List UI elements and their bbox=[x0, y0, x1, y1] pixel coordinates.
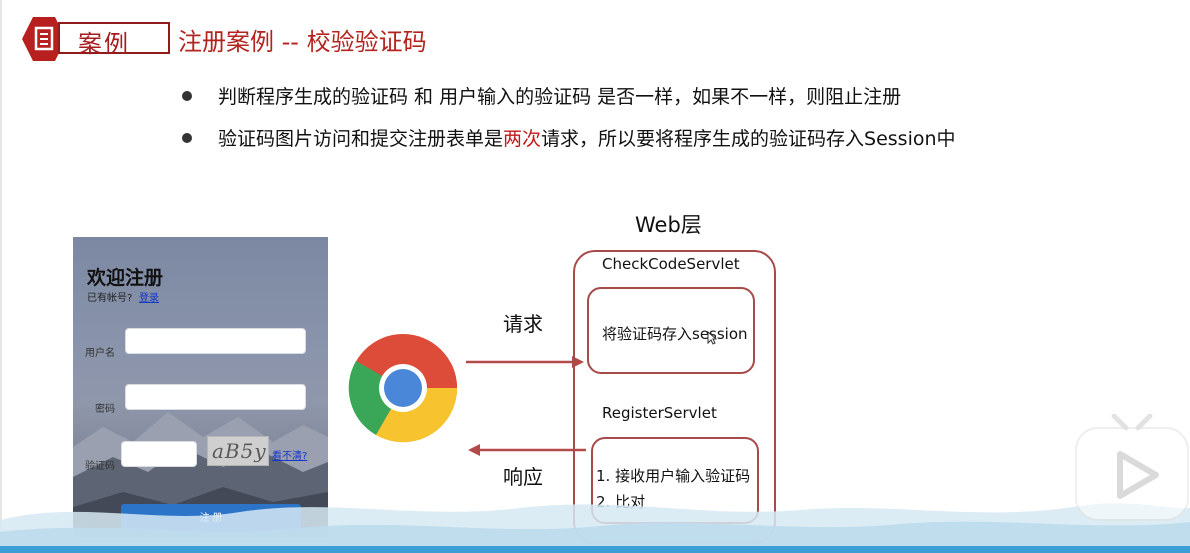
bullet-dot bbox=[182, 132, 192, 143]
username-label: 用户名 bbox=[85, 348, 115, 359]
badge-label: 案例 bbox=[78, 30, 130, 58]
bullet-highlight: 两次 bbox=[503, 128, 542, 150]
play-icon[interactable] bbox=[1074, 414, 1190, 524]
register-title: 欢迎注册 bbox=[87, 267, 164, 289]
captcha-text: aB5y bbox=[212, 439, 267, 463]
bullet-text-2a: 验证码图片访问和提交注册表单是 bbox=[218, 128, 504, 150]
bullet-text-1: 判断程序生成的验证码 和 用户输入的验证码 是否一样，如果不一样，则阻止注册 bbox=[218, 86, 902, 108]
mouse-cursor-icon bbox=[707, 331, 717, 345]
case-badge: 案例 bbox=[22, 16, 170, 62]
has-account-text: 已有帐号? bbox=[87, 293, 133, 304]
checkcode-step-box: 将验证码存入session bbox=[587, 287, 755, 374]
request-label: 请求 bbox=[503, 312, 543, 336]
password-label: 密码 bbox=[95, 404, 115, 415]
refresh-captcha-link[interactable]: 看不清? bbox=[272, 447, 307, 462]
password-input[interactable] bbox=[125, 384, 306, 410]
register-step-1: 1. 接收用户输入验证码 bbox=[596, 467, 751, 485]
servlet-checkcode-label: CheckCodeServlet bbox=[602, 255, 740, 273]
request-response-arrows bbox=[466, 356, 586, 456]
page-title: 注册案例 -- 校验验证码 bbox=[178, 28, 427, 56]
bullet-text-2b: 请求，所以要将程序生成的验证码存入Session中 bbox=[541, 128, 956, 150]
captcha-label: 验证码 bbox=[85, 461, 115, 472]
web-layer-label: Web层 bbox=[635, 213, 702, 237]
username-input[interactable] bbox=[125, 328, 306, 354]
bottom-wave-decoration bbox=[0, 503, 1190, 553]
checkcode-step-text: 将验证码存入session bbox=[602, 325, 748, 343]
chrome-icon bbox=[348, 334, 458, 443]
response-label: 响应 bbox=[503, 465, 543, 489]
captcha-input[interactable] bbox=[121, 441, 197, 467]
captcha-image[interactable]: aB5y bbox=[207, 436, 269, 466]
bullet-item-2: 验证码图片访问和提交注册表单是两次请求，所以要将程序生成的验证码存入Sessio… bbox=[182, 124, 956, 151]
login-link[interactable]: 登录 bbox=[139, 289, 159, 304]
left-edge-line bbox=[0, 0, 2, 553]
bullet-dot bbox=[182, 90, 192, 101]
bullet-item-1: 判断程序生成的验证码 和 用户输入的验证码 是否一样，如果不一样，则阻止注册 bbox=[182, 82, 901, 109]
servlet-register-label: RegisterServlet bbox=[602, 404, 717, 422]
